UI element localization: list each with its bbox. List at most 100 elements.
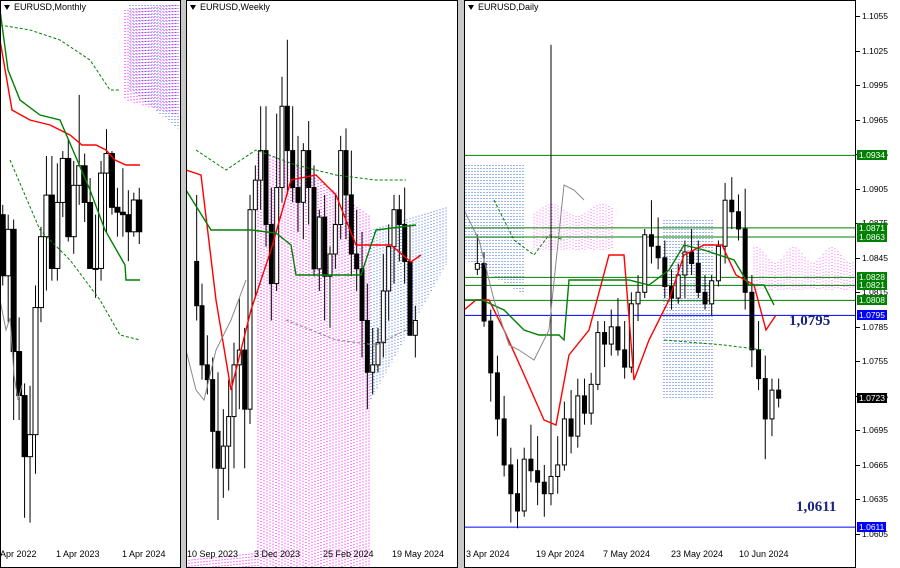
candle-body	[776, 389, 782, 399]
candle-body	[252, 179, 258, 211]
monthly-xlabel-2: 1 Apr 2024	[122, 549, 166, 559]
dropdown-triangle-icon[interactable]	[468, 5, 474, 11]
candle-body	[655, 245, 661, 259]
price-level-tag: 1.0863	[857, 232, 887, 243]
candle-body	[327, 253, 333, 277]
dropdown-triangle-icon[interactable]	[190, 5, 196, 11]
candle-body	[729, 199, 735, 213]
candle-body	[501, 418, 507, 466]
price-tick-label: 1.0665	[862, 459, 888, 470]
candle-body	[541, 481, 547, 495]
monthly-chart-panel[interactable]: EURUSD,Monthly Apr 2022 1 Apr 2023 1 Apr…	[0, 0, 181, 568]
candle-body	[37, 236, 44, 309]
candle-body	[108, 153, 115, 208]
candle-body	[568, 418, 574, 437]
candle-body	[311, 187, 317, 270]
candle-body	[316, 216, 322, 270]
candle-body	[59, 157, 66, 203]
price-tick-label: 1.0995	[862, 80, 888, 91]
daily-kijun	[464, 244, 775, 342]
candle-body	[242, 349, 248, 410]
candle-body	[380, 290, 386, 344]
candle-body	[43, 194, 50, 238]
price-tick-mark	[856, 361, 860, 363]
candle-body	[204, 364, 210, 381]
price-tick-label: 1.1055	[862, 11, 888, 22]
price-tick-label: 1.0785	[862, 321, 888, 332]
candle-body	[332, 223, 338, 255]
price-tick-label: 1.0845	[862, 252, 888, 263]
candle-body	[412, 320, 418, 336]
candle-body	[354, 253, 360, 270]
candle-body	[338, 150, 344, 225]
candle-body	[548, 475, 554, 495]
candle-body	[375, 342, 381, 366]
candle-body	[65, 157, 72, 238]
weekly-chart-panel[interactable]: EURUSD,Weekly 10 Sep 2023 3 Dec 2023 25 …	[186, 0, 458, 568]
price-tick-label: 1.0755	[862, 356, 888, 367]
candle-body	[769, 389, 775, 420]
candle-body	[407, 260, 413, 336]
candle-body	[220, 445, 226, 469]
daily-xlabel-1: 19 Apr 2024	[536, 549, 585, 559]
candle-body	[48, 194, 55, 269]
candle-body	[119, 211, 126, 216]
candle-body	[364, 320, 370, 373]
candle-body	[488, 320, 494, 374]
candle-body	[290, 150, 296, 189]
candle-body	[306, 150, 312, 189]
candle-body	[535, 470, 541, 483]
price-level-tag: 1.0808	[857, 295, 887, 306]
weekly-xlabel-0: 10 Sep 2023	[187, 549, 239, 559]
candle-body	[608, 326, 614, 345]
monthly-xlabel-1: 1 Apr 2023	[56, 549, 100, 559]
daily-chart-panel[interactable]: EURUSD,Daily 3 Apr 2024 19 Apr 2024 7 Ma…	[464, 0, 900, 568]
price-level-tag: 1.0821	[857, 280, 887, 291]
monthly-tenkan	[0, 39, 140, 166]
candle-body	[575, 395, 581, 437]
candle-body	[10, 228, 17, 353]
candle-body	[735, 211, 741, 230]
candle-body	[742, 228, 748, 293]
candle-body	[689, 251, 695, 265]
candle-body	[581, 395, 587, 414]
candle-body	[21, 395, 28, 458]
candle-body	[70, 184, 77, 238]
price-scale[interactable]: 1.10551.10251.09951.09651.09351.09051.08…	[855, 0, 900, 568]
candle-body	[32, 307, 39, 436]
candle-body	[561, 418, 567, 466]
candle-body	[709, 280, 715, 305]
daily-xlabel-4: 10 Jun 2024	[739, 549, 789, 559]
candle-body	[258, 150, 264, 181]
candle-body	[595, 332, 601, 385]
weekly-xlabel-1: 3 Dec 2023	[254, 549, 301, 559]
candle-body	[762, 378, 768, 420]
price-tick-mark	[856, 326, 860, 328]
candle-body	[136, 199, 143, 233]
candle-body	[125, 214, 132, 233]
candle-body	[494, 372, 500, 420]
daily-xlabel-3: 23 May 2024	[671, 549, 724, 559]
price-tick-label: 1.0965	[862, 114, 888, 125]
weekly-title: EURUSD,Weekly	[190, 2, 270, 12]
price-tick-mark	[856, 464, 860, 466]
daily-xlabel-0: 3 Apr 2024	[466, 549, 510, 559]
candle-body	[715, 245, 721, 282]
candle-body	[528, 458, 534, 472]
candle-body	[263, 150, 269, 225]
candle-body	[114, 206, 121, 213]
daily-xlabel-2: 7 May 2024	[603, 549, 651, 559]
candle-body	[635, 291, 641, 305]
candle-body	[756, 349, 762, 380]
price-level-tag: 1.0795	[857, 310, 887, 321]
dropdown-triangle-icon[interactable]	[4, 5, 10, 11]
candle-body	[515, 493, 521, 512]
candle-body	[343, 150, 349, 196]
candle-body	[555, 464, 561, 477]
candle-body	[226, 416, 232, 447]
price-tick-mark	[856, 188, 860, 190]
candle-body	[481, 263, 487, 322]
monthly-span-upper	[0, 24, 120, 91]
candle-body	[300, 150, 306, 203]
price-level-tag: 1.0723	[857, 393, 887, 404]
